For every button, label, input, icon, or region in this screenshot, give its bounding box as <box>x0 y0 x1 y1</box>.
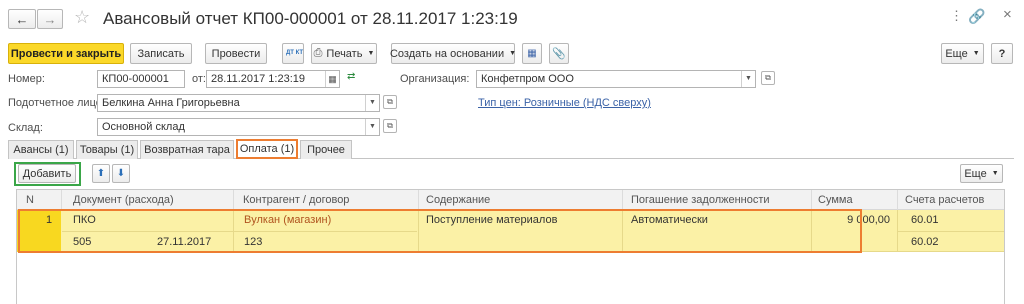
link-icon[interactable]: 🔗 <box>968 8 985 25</box>
column-header-repayment[interactable]: Погашение задолженности <box>625 190 770 210</box>
table-more-button[interactable]: Еще ▼ <box>960 164 1003 183</box>
date-field[interactable]: 28.11.2017 1:23:19 ▦ <box>206 70 340 88</box>
save-button[interactable]: Записать <box>130 43 192 64</box>
organization-field[interactable]: Конфетпром ООО ▼ <box>476 70 756 88</box>
favorite-star-icon[interactable]: ☆ <box>74 7 90 28</box>
column-header-sum[interactable]: Сумма <box>812 190 853 210</box>
row-highlight-box <box>18 209 862 253</box>
print-label: Печать <box>326 47 363 60</box>
header-divider <box>897 190 898 210</box>
post-button[interactable]: Провести <box>205 43 267 64</box>
move-down-button[interactable]: ⬇ <box>112 164 130 183</box>
chevron-down-icon: ▼ <box>367 50 375 57</box>
attachment-button[interactable]: 📎 <box>549 43 569 64</box>
chevron-down-icon[interactable]: ▼ <box>365 95 379 111</box>
create-based-on-label: Создать на основании <box>389 47 505 60</box>
table-empty-area <box>17 253 1004 304</box>
column-header-counterparty[interactable]: Контрагент / договор <box>237 190 349 210</box>
person-value: Белкина Анна Григорьевна <box>102 97 240 109</box>
account-cell-1[interactable]: 60.01 <box>911 214 939 226</box>
paperclip-icon: 📎 <box>552 48 566 60</box>
calendar-icon[interactable]: ▦ <box>325 71 339 87</box>
header-divider <box>418 190 419 210</box>
post-and-close-button[interactable]: Провести и закрыть <box>8 43 124 64</box>
arrow-up-icon: ⬆ <box>96 168 106 179</box>
row-divider <box>898 231 1004 232</box>
account-cell-2[interactable]: 60.02 <box>911 236 939 248</box>
warehouse-value: Основной склад <box>102 121 185 133</box>
date-value: 28.11.2017 1:23:19 <box>211 73 305 85</box>
tab-returnable-containers[interactable]: Возвратная тара <box>140 140 234 159</box>
arrow-right-icon: → <box>43 11 57 27</box>
arrow-left-icon: ← <box>15 11 29 27</box>
forward-button[interactable]: → <box>37 9 63 29</box>
create-based-on-button[interactable]: Создать на основании ▼ <box>389 43 517 64</box>
printer-icon: ⎙ <box>313 47 323 59</box>
table-more-label: Еще <box>964 167 987 180</box>
header-divider <box>622 190 623 210</box>
warehouse-field[interactable]: Основной склад ▼ <box>97 118 380 136</box>
column-header-accounts[interactable]: Счета расчетов <box>899 190 984 210</box>
number-label: Номер: <box>8 73 45 85</box>
window-menu-icon[interactable]: ⋮ <box>950 8 963 24</box>
person-label: Подотчетное лицо: <box>8 97 105 109</box>
help-button[interactable]: ? <box>991 43 1013 64</box>
tab-goods[interactable]: Товары (1) <box>76 140 138 159</box>
organization-open-icon[interactable]: ⧉ <box>761 71 775 85</box>
tab-payment[interactable]: Оплата (1) <box>236 139 298 159</box>
close-icon[interactable]: × <box>1003 6 1012 23</box>
column-divider <box>897 210 898 252</box>
person-field[interactable]: Белкина Анна Григорьевна ▼ <box>97 94 380 112</box>
header-divider <box>61 190 62 210</box>
price-type-link[interactable]: Тип цен: Розничные (НДС сверху) <box>478 97 651 109</box>
dt-kt-button[interactable]: ДТ КТ <box>282 43 304 64</box>
tab-advances[interactable]: Авансы (1) <box>8 140 74 159</box>
organization-label: Организация: <box>400 73 470 85</box>
chevron-down-icon: ▼ <box>991 170 999 177</box>
more-label: Еще <box>945 47 968 60</box>
dt-kt-icon: ДТ КТ <box>286 50 304 56</box>
chevron-down-icon[interactable]: ▼ <box>741 71 755 87</box>
warehouse-open-icon[interactable]: ⧉ <box>383 119 397 133</box>
chevron-down-icon[interactable]: ▼ <box>365 119 379 135</box>
column-header-content[interactable]: Содержание <box>420 190 490 210</box>
structure-button[interactable]: ▦ <box>522 43 542 64</box>
add-button[interactable]: Добавить <box>18 164 76 183</box>
number-field[interactable]: КП00-000001 <box>97 70 185 88</box>
print-button[interactable]: ⎙ Печать ▼ <box>311 43 377 64</box>
warehouse-label: Склад: <box>8 122 43 134</box>
organization-value: Конфетпром ООО <box>481 73 574 85</box>
date-extra-icon[interactable]: ⇄ <box>347 71 355 82</box>
column-header-n[interactable]: N <box>20 190 34 210</box>
tab-other[interactable]: Прочее <box>300 140 352 159</box>
window-title: Авансовый отчет КП00-000001 от 28.11.201… <box>103 9 518 28</box>
person-open-icon[interactable]: ⧉ <box>383 95 397 109</box>
chevron-down-icon: ▼ <box>509 50 517 57</box>
number-value: КП00-000001 <box>102 73 169 85</box>
structure-icon: ▦ <box>527 48 537 59</box>
more-button[interactable]: Еще ▼ <box>941 43 984 64</box>
header-divider <box>233 190 234 210</box>
arrow-down-icon: ⬇ <box>116 168 126 179</box>
column-header-document[interactable]: Документ (расхода) <box>67 190 174 210</box>
back-button[interactable]: ← <box>8 9 36 29</box>
chevron-down-icon: ▼ <box>972 50 980 57</box>
move-up-button[interactable]: ⬆ <box>92 164 110 183</box>
date-label: от: <box>192 73 206 85</box>
